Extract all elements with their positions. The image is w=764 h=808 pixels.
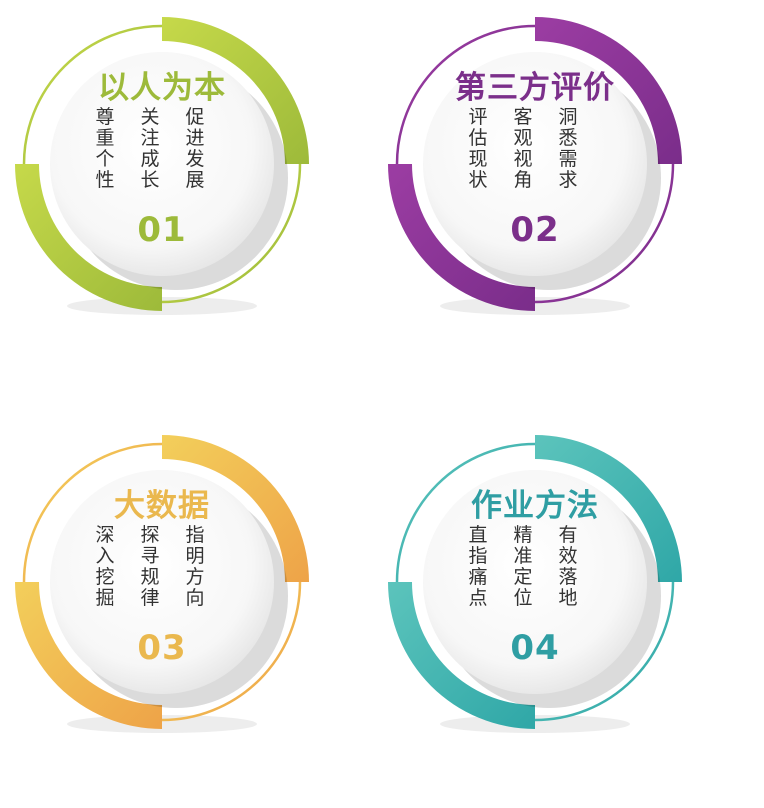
keyword-column-2-3: 洞悉需求 xyxy=(558,106,578,191)
keyword-column-3-3: 指明方向 xyxy=(185,524,205,609)
item-number-3: 03 xyxy=(137,628,187,668)
keyword-column-1-1: 尊重个性 xyxy=(95,106,115,191)
keyword-column-2-2: 客观视角 xyxy=(513,106,533,191)
item-title-2: 第三方评价 xyxy=(455,70,615,106)
keyword-column-4-1: 直指痛点 xyxy=(468,524,488,609)
keyword-column-4-2: 精准定位 xyxy=(513,524,533,609)
keyword-column-2-1: 评估现状 xyxy=(468,106,488,191)
circle-item-2: 第三方评价 评估现状 客观视角 洞悉需求 02 xyxy=(385,14,685,315)
item-title-1: 以人为本 xyxy=(98,70,226,106)
keyword-columns-1: 尊重个性 关注成长 促进发展 xyxy=(84,107,224,207)
circle-item-3: 大数据 深入挖掘 探寻规律 指明方向 03 xyxy=(12,432,312,733)
keyword-column-3-2: 探寻规律 xyxy=(140,524,160,609)
keyword-columns-2: 评估现状 客观视角 洞悉需求 xyxy=(457,107,597,207)
item-number-2: 02 xyxy=(510,210,560,250)
circle-item-1: 以人为本 尊重个性 关注成长 促进发展 01 xyxy=(12,14,312,315)
circle-item-4: 作业方法 直指痛点 精准定位 有效落地 04 xyxy=(385,432,685,733)
keyword-column-3-1: 深入挖掘 xyxy=(95,524,115,609)
keyword-column-1-3: 促进发展 xyxy=(185,106,205,191)
item-title-3: 大数据 xyxy=(114,488,210,524)
keyword-column-1-2: 关注成长 xyxy=(140,106,160,191)
diagram-canvas: 以人为本 尊重个性 关注成长 促进发展 01 第三方评价 评估现状 客观视角 洞… xyxy=(0,0,764,808)
item-title-4: 作业方法 xyxy=(471,488,599,524)
item-number-1: 01 xyxy=(137,210,187,250)
keyword-columns-4: 直指痛点 精准定位 有效落地 xyxy=(457,525,597,625)
keyword-columns-3: 深入挖掘 探寻规律 指明方向 xyxy=(84,525,224,625)
keyword-column-4-3: 有效落地 xyxy=(558,524,578,609)
item-number-4: 04 xyxy=(510,628,560,668)
